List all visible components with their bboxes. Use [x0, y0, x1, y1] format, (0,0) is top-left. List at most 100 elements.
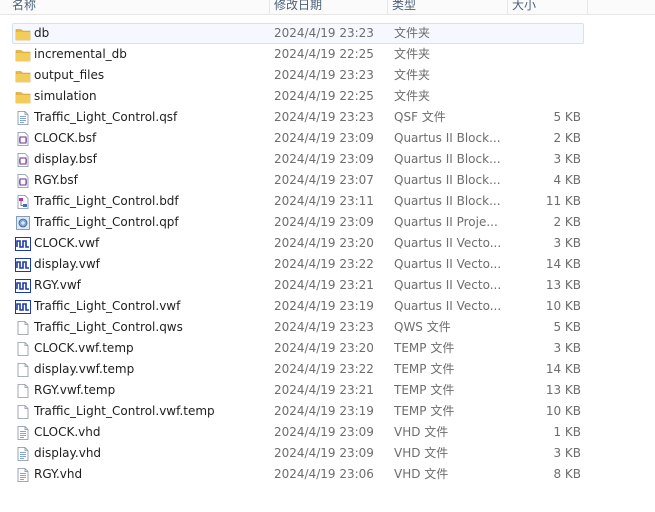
file-row[interactable]: Traffic_Light_Control.vwf.temp 2024/4/19 … [12, 401, 584, 422]
file-row[interactable]: CLOCK.vwf.temp 2024/4/19 23:20 TEMP 文件 3 KB [12, 338, 584, 359]
file-row[interactable]: display.vhd 2024/4/19 23:09 VHD 文件 3 KB [12, 443, 584, 464]
file-row[interactable]: CLOCK.vwf 2024/4/19 23:20 Quartus II Vecto… [12, 233, 584, 254]
waveform-icon [15, 257, 31, 273]
file-size: 1 KB [553, 425, 581, 439]
file-size: 13 KB [545, 278, 581, 292]
file-type: 文件夹 [394, 47, 431, 61]
file-date: 2024/4/19 23:22 [274, 257, 374, 271]
file-date: 2024/4/19 23:09 [274, 131, 374, 145]
file-date: 2024/4/19 23:21 [274, 278, 374, 292]
file-date: 2024/4/19 22:25 [274, 47, 374, 61]
file-row[interactable]: simulation 2024/4/19 22:25 文件夹 [12, 86, 584, 107]
file-type: Quartus II Vecto... [394, 257, 502, 271]
file-type: Quartus II Block... [394, 194, 501, 208]
file-row[interactable]: display.vwf 2024/4/19 23:22 Quartus II Vec… [12, 254, 584, 275]
file-type: TEMP 文件 [394, 383, 455, 397]
file-type: VHD 文件 [394, 446, 449, 460]
file-name: display.vwf.temp [34, 362, 135, 376]
file-size: 10 KB [545, 299, 581, 313]
file-row[interactable]: db 2024/4/19 23:23 文件夹 [12, 23, 584, 44]
file-date: 2024/4/19 23:09 [274, 215, 374, 229]
file-date: 2024/4/19 23:23 [274, 68, 374, 82]
file-type: QSF 文件 [394, 110, 446, 124]
file-date: 2024/4/19 23:09 [274, 425, 374, 439]
file-row[interactable]: RGY.vwf 2024/4/19 23:21 Quartus II Vecto..… [12, 275, 584, 296]
blank-file-icon [15, 404, 31, 420]
file-row[interactable]: RGY.bsf 2024/4/19 23:07 Quartus II Block..… [12, 170, 584, 191]
file-size: 5 KB [553, 320, 581, 334]
column-header-type[interactable]: 类型 [388, 0, 508, 14]
file-row[interactable]: output_files 2024/4/19 23:23 文件夹 [12, 65, 584, 86]
file-size [509, 45, 581, 64]
file-type: TEMP 文件 [394, 362, 455, 376]
file-row[interactable]: Traffic_Light_Control.vwf 2024/4/19 23:19… [12, 296, 584, 317]
column-header-size[interactable]: 大小 [508, 0, 588, 14]
column-header-date[interactable]: 修改日期 [270, 0, 388, 14]
file-row[interactable]: Traffic_Light_Control.qsf 2024/4/19 23:23… [12, 107, 584, 128]
file-date: 2024/4/19 23:20 [274, 341, 374, 355]
waveform-icon [15, 299, 31, 315]
file-type: Quartus II Proje... [394, 215, 498, 229]
folder-icon [15, 89, 31, 105]
column-header-name[interactable]: 名称 [8, 0, 270, 14]
file-name: incremental_db [34, 47, 127, 61]
file-name: CLOCK.vhd [34, 425, 101, 439]
file-row[interactable]: CLOCK.bsf 2024/4/19 23:09 Quartus II Block… [12, 128, 584, 149]
blank-file-icon [15, 383, 31, 399]
column-header-bar: 名称 修改日期 类型 大小 [0, 0, 655, 15]
file-row[interactable]: Traffic_Light_Control.bdf 2024/4/19 23:11… [12, 191, 584, 212]
file-row[interactable]: incremental_db 2024/4/19 22:25 文件夹 [12, 44, 584, 65]
file-size: 3 KB [553, 341, 581, 355]
file-date: 2024/4/19 23:20 [274, 236, 374, 250]
file-size: 11 KB [545, 194, 581, 208]
file-type: Quartus II Block... [394, 152, 501, 166]
file-row[interactable]: CLOCK.vhd 2024/4/19 23:09 VHD 文件 1 KB [12, 422, 584, 443]
file-size: 2 KB [553, 215, 581, 229]
file-date: 2024/4/19 23:22 [274, 362, 374, 376]
file-name: display.vhd [34, 446, 102, 460]
file-size: 14 KB [545, 362, 581, 376]
block-symbol-icon [15, 173, 31, 189]
file-size [509, 66, 581, 85]
folder-icon [15, 47, 31, 63]
document-icon [15, 110, 31, 126]
file-size: 2 KB [553, 131, 581, 145]
file-type: QWS 文件 [394, 320, 451, 334]
waveform-icon [15, 236, 31, 252]
file-name: Traffic_Light_Control.qpf [34, 215, 179, 229]
file-size [509, 24, 581, 43]
file-name: display.bsf [34, 152, 97, 166]
project-icon [15, 215, 31, 231]
file-size: 5 KB [553, 110, 581, 124]
file-size: 3 KB [553, 236, 581, 250]
file-type: 文件夹 [394, 89, 431, 103]
file-size: 8 KB [553, 467, 581, 481]
file-size: 10 KB [545, 404, 581, 418]
file-size: 13 KB [545, 383, 581, 397]
file-name: display.vwf [34, 257, 100, 271]
file-row[interactable]: display.bsf 2024/4/19 23:09 Quartus II Blo… [12, 149, 584, 170]
file-size: 14 KB [545, 257, 581, 271]
file-type: Quartus II Block... [394, 173, 501, 187]
file-name: CLOCK.bsf [34, 131, 97, 145]
file-row[interactable]: RGY.vwf.temp 2024/4/19 23:21 TEMP 文件 13 KB [12, 380, 584, 401]
file-date: 2024/4/19 23:19 [274, 299, 374, 313]
folder-icon [15, 26, 31, 42]
file-name: Traffic_Light_Control.qws [34, 320, 183, 334]
file-name: Traffic_Light_Control.qsf [34, 110, 178, 124]
file-date: 2024/4/19 22:25 [274, 89, 374, 103]
file-row[interactable]: Traffic_Light_Control.qpf 2024/4/19 23:09… [12, 212, 584, 233]
file-type: VHD 文件 [394, 467, 449, 481]
file-row[interactable]: RGY.vhd 2024/4/19 23:06 VHD 文件 8 KB [12, 464, 584, 485]
file-size [509, 87, 581, 106]
file-row[interactable]: Traffic_Light_Control.qws 2024/4/19 23:23… [12, 317, 584, 338]
file-name: RGY.vwf [34, 278, 81, 292]
blank-file-icon [15, 362, 31, 378]
file-date: 2024/4/19 23:23 [274, 110, 374, 124]
file-type: VHD 文件 [394, 425, 449, 439]
file-type: TEMP 文件 [394, 404, 455, 418]
file-date: 2024/4/19 23:11 [274, 194, 374, 208]
blank-file-icon [15, 320, 31, 336]
file-name: Traffic_Light_Control.vwf [34, 299, 181, 313]
file-row[interactable]: display.vwf.temp 2024/4/19 23:22 TEMP 文件 14… [12, 359, 584, 380]
